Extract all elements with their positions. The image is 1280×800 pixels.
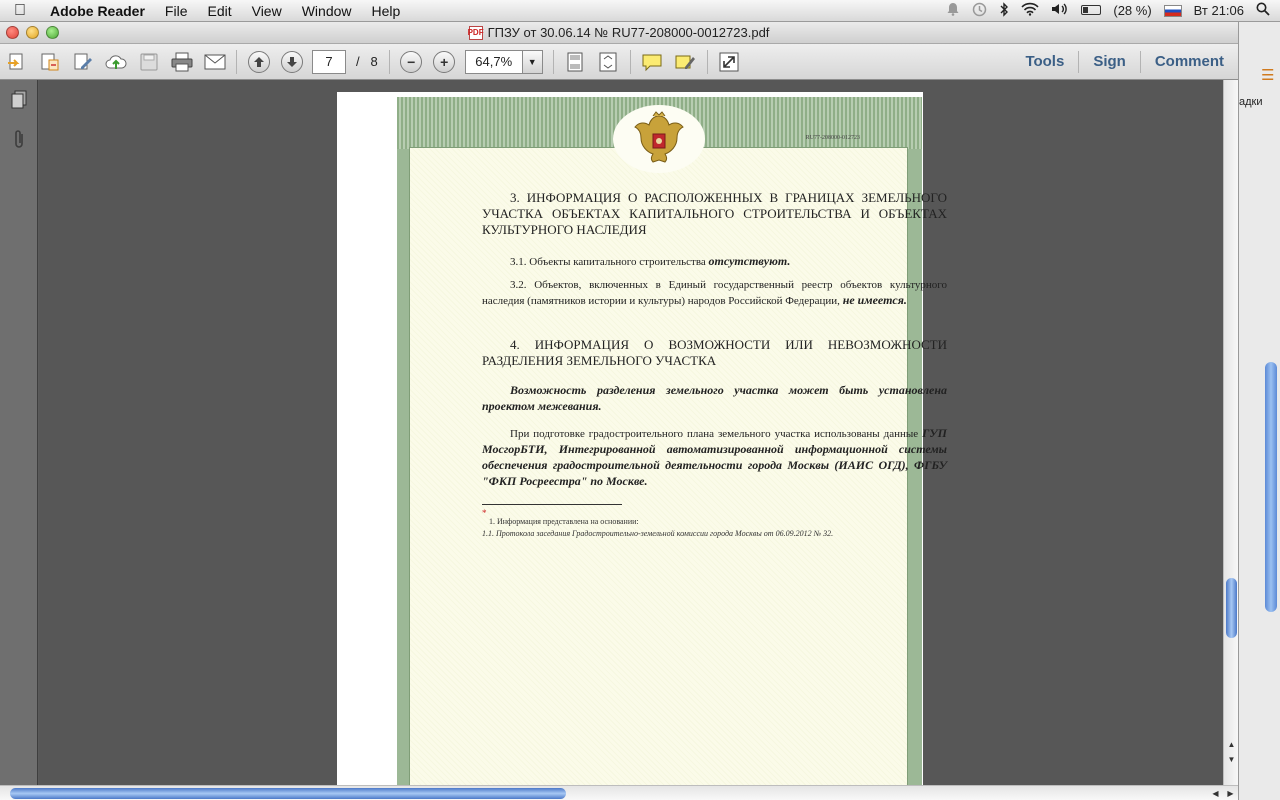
toolbar-divider [629,49,631,74]
save-button[interactable] [134,48,164,76]
full-screen-button[interactable] [714,48,744,76]
create-pdf-button[interactable] [2,48,32,76]
battery-icon[interactable] [1081,3,1102,18]
combine-files-button[interactable] [35,48,65,76]
horizontal-scroll-thumb[interactable] [10,788,566,799]
minimize-window-button[interactable] [26,26,39,39]
zoom-out-button[interactable]: − [396,48,426,76]
zoom-select[interactable]: 64,7% ▼ [464,49,543,74]
window-title: ГПЗУ от 30.06.14 № RU77-208000-0012723.p… [487,25,770,40]
paragraph-3-1: 3.1. Объекты капитального строительства … [482,254,947,270]
arrow-down-icon [280,50,303,73]
apple-menu-icon[interactable]:  [0,2,40,20]
tools-pane-button[interactable]: Tools [1011,53,1078,70]
certificate-form: RU77-208000-012723 3. ИНФОРМАЦИЯ О РАСПО… [397,97,947,785]
edit-pdf-button[interactable] [68,48,98,76]
menu-edit[interactable]: Edit [197,3,241,19]
scroll-left-arrow-icon[interactable]: ◀ [1208,786,1223,800]
scroll-down-arrow-icon[interactable]: ▼ [1224,752,1239,767]
pdf-page: RU77-208000-012723 3. ИНФОРМАЦИЯ О РАСПО… [337,92,947,785]
page-number-input[interactable]: 7 [312,49,346,74]
list-menu-icon[interactable]: ☰ [1261,66,1274,84]
paragraph-3-2: 3.2. Объектов, включенных в Единый госуд… [482,278,947,309]
footnote-1: 1. Информация представлена на основании: [489,517,639,526]
document-view[interactable]: RU77-208000-012723 3. ИНФОРМАЦИЯ О РАСПО… [39,80,1223,785]
certificate-number: RU77-208000-012723 [805,135,860,141]
total-pages: 8 [370,54,378,69]
time-machine-icon[interactable] [972,2,987,20]
footnote-divider [482,504,622,505]
paperclip-icon [15,130,23,148]
window-title-bar: PDF ГПЗУ от 30.06.14 № RU77-208000-00127… [0,22,1238,44]
paragraph-3-2-emphasis: не имеется. [842,293,907,307]
page-thumbnails-icon [11,90,27,109]
fit-width-button[interactable] [593,48,623,76]
sign-pane-button[interactable]: Sign [1079,53,1140,70]
data-sources-text: При подготовке градостроительного плана … [510,428,923,440]
scroll-up-arrow-icon[interactable]: ▲ [1224,737,1239,752]
status-area: (28 %) Вт 21:06 [946,1,1280,20]
section-3-heading: 3. ИНФОРМАЦИЯ О РАСПОЛОЖЕННЫХ В ГРАНИЦАХ… [482,190,947,237]
vertical-scrollbar[interactable]: ▲ ▼ [1223,80,1238,785]
minus-icon: − [400,50,423,73]
toolbar-divider [236,49,237,74]
close-window-button[interactable] [6,26,19,39]
app-menu[interactable]: Adobe Reader [40,3,155,19]
chevron-down-icon[interactable]: ▼ [522,49,543,74]
zoom-in-button[interactable]: + [429,48,459,76]
page-count: / 8 [356,54,378,69]
zoom-level-input[interactable]: 64,7% [464,49,523,74]
zoom-window-button[interactable] [46,26,59,39]
toolbar-divider [706,49,708,74]
footnote-2: 1.1. Протокола заседания Градостроительн… [482,529,834,538]
wifi-icon[interactable] [1021,2,1039,19]
print-button[interactable] [167,48,197,76]
task-links: Tools Sign Comment [1011,44,1238,79]
toolbar: 7 / 8 − + 64,7% ▼ Tools Sign Comment [0,44,1238,80]
upload-cloud-button[interactable] [101,48,131,76]
section-4-statement: Возможность разделения земельного участк… [482,383,947,413]
spotlight-search-icon[interactable] [1256,2,1270,19]
fit-page-button[interactable] [560,48,590,76]
menu-help[interactable]: Help [362,3,411,19]
previous-page-button[interactable] [244,48,274,76]
page-separator: / [356,54,360,69]
clock[interactable]: Вт 21:06 [1194,3,1244,18]
menu-view[interactable]: View [242,3,292,19]
bluetooth-icon[interactable] [999,1,1009,20]
plus-icon: + [433,50,456,73]
page-thumbnails-button[interactable] [0,80,38,120]
email-button[interactable] [200,48,230,76]
section-4-heading: 4. ИНФОРМАЦИЯ О ВОЗМОЖНОСТИ ИЛИ НЕВОЗМОЖ… [482,337,947,368]
background-scroll-thumb[interactable] [1265,362,1277,612]
highlight-text-button[interactable] [670,48,700,76]
background-window: ☰ адки [1238,22,1280,800]
toolbar-divider [552,49,554,74]
arrow-up-icon [247,50,270,73]
data-sources-paragraph: При подготовке градостроительного плана … [482,426,947,490]
coat-of-arms-emblem [613,105,705,173]
window-controls [6,26,59,39]
horizontal-scrollbar[interactable]: ◀ ▶ [0,785,1238,800]
menu-window[interactable]: Window [292,3,362,19]
attachments-button[interactable] [0,120,38,160]
scroll-right-arrow-icon[interactable]: ▶ [1223,786,1238,800]
vertical-scroll-thumb[interactable] [1226,578,1237,638]
menu-file[interactable]: File [155,3,198,19]
pdf-document-icon: PDF [468,25,484,40]
add-sticky-note-button[interactable] [637,48,667,76]
volume-icon[interactable] [1051,2,1069,19]
paragraph-3-1-text: 3.1. Объекты капитального строительства [510,256,709,268]
toolbar-divider [388,49,390,74]
paragraph-3-1-emphasis: отсутствуют. [708,254,791,268]
menu-bar:  Adobe Reader File Edit View Window Hel… [0,0,1280,22]
bell-icon[interactable] [946,2,960,19]
navigation-pane [0,80,38,785]
next-page-button[interactable] [277,48,307,76]
input-source-flag-icon[interactable] [1163,4,1182,17]
background-window-text: адки [1239,96,1263,108]
comment-pane-button[interactable]: Comment [1141,53,1238,70]
battery-percent: (28 %) [1113,3,1152,18]
